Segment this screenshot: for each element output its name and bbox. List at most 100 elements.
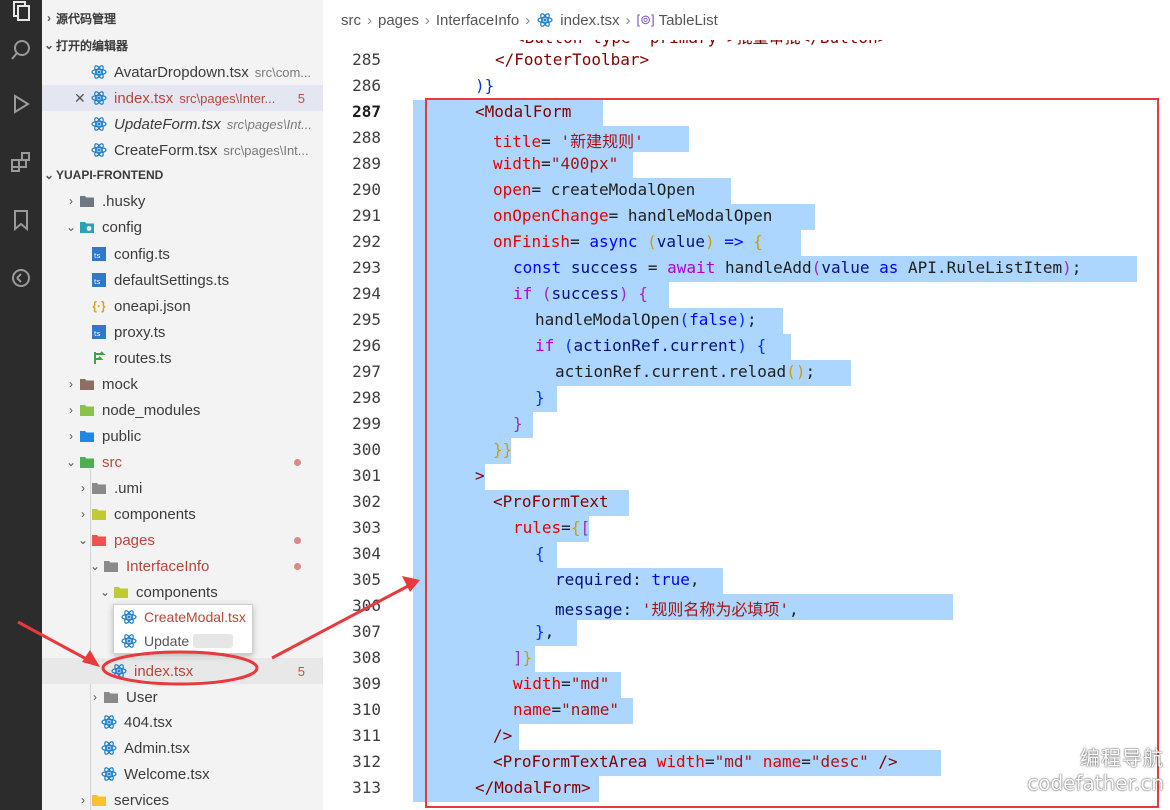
hover-card-item[interactable]: Update xyxy=(114,629,252,653)
line-number: 285 xyxy=(352,50,381,69)
line-number: 306 xyxy=(352,596,381,615)
tree-folder[interactable]: › .husky xyxy=(42,188,323,214)
folder-icon xyxy=(78,193,96,209)
open-file-item[interactable]: CreateForm.tsx src\pages\Int... xyxy=(42,137,323,163)
open-file-item[interactable]: UpdateForm.tsx src\pages\Int... xyxy=(42,111,323,137)
open-editors-section[interactable]: ⌄ 打开的编辑器 xyxy=(42,32,323,58)
react-icon xyxy=(120,633,138,649)
explorer-sidebar: › 源代码管理 ⌄ 打开的编辑器 AvatarDropdown.tsx src\… xyxy=(42,0,323,810)
tree-file[interactable]: routes.ts xyxy=(42,345,323,371)
breadcrumb-item[interactable]: TableList xyxy=(659,12,718,29)
typescript-icon: ts xyxy=(90,246,108,262)
react-icon xyxy=(120,609,138,625)
tree-folder[interactable]: › services xyxy=(42,787,323,810)
tree-file[interactable]: Admin.tsx xyxy=(42,735,323,761)
folder-name: node_modules xyxy=(102,401,201,419)
extensions-icon[interactable] xyxy=(0,142,42,182)
bookmark-icon[interactable] xyxy=(0,200,42,240)
explorer-icon[interactable] xyxy=(0,0,42,30)
chevron-right-icon: › xyxy=(93,690,97,704)
line-number: 311 xyxy=(352,726,381,745)
project-title: YUAPI-FRONTEND xyxy=(56,168,164,182)
line-number: 310 xyxy=(352,700,381,719)
tree-folder[interactable]: › .umi xyxy=(42,475,323,501)
line-number: 286 xyxy=(352,76,381,95)
tree-file[interactable]: 404.tsx xyxy=(42,709,323,735)
tree-folder[interactable]: ⌄ src xyxy=(42,449,323,475)
folder-icon xyxy=(78,428,96,444)
src-folder-icon xyxy=(78,454,96,470)
folder-name: pages xyxy=(114,531,155,549)
svg-text:ts: ts xyxy=(94,252,101,260)
folder-name: .husky xyxy=(102,192,146,210)
file-path: src\pages\Inter... xyxy=(179,90,276,106)
file-path: src\pages\Int... xyxy=(223,142,309,158)
problem-count-badge: 5 xyxy=(297,663,305,679)
folder-name: components xyxy=(114,505,196,523)
react-icon xyxy=(100,766,118,782)
file-name: CreateForm.tsx xyxy=(114,141,218,159)
open-file-item[interactable]: AvatarDropdown.tsx src\com... xyxy=(42,59,323,85)
close-icon[interactable]: ✕ xyxy=(74,90,90,107)
json-icon: {·} xyxy=(92,299,106,313)
line-number: 304 xyxy=(352,544,381,563)
breadcrumb-item[interactable]: pages xyxy=(378,12,419,29)
tree-folder[interactable]: › mock xyxy=(42,371,323,397)
modified-dot xyxy=(294,562,301,570)
tree-file[interactable]: ts proxy.ts xyxy=(42,319,323,345)
chevron-right-icon: › xyxy=(69,429,73,443)
modified-dot xyxy=(294,536,301,544)
folder-name: src xyxy=(102,453,122,471)
tree-file[interactable]: Welcome.tsx xyxy=(42,761,323,787)
line-number: 289 xyxy=(352,154,381,173)
tree-file[interactable]: ts defaultSettings.ts xyxy=(42,267,323,293)
file-name: proxy.ts xyxy=(114,323,166,341)
tree-folder[interactable]: › public xyxy=(42,423,323,449)
activity-bar xyxy=(0,0,42,810)
run-debug-icon[interactable] xyxy=(0,84,42,124)
chevron-right-icon: › xyxy=(69,194,73,208)
search-icon[interactable] xyxy=(0,30,42,70)
file-name: oneapi.json xyxy=(114,297,191,315)
line-number: 308 xyxy=(352,648,381,667)
tree-folder[interactable]: › node_modules xyxy=(42,397,323,423)
line-number: 292 xyxy=(352,232,381,251)
tree-folder[interactable]: ⌄ config xyxy=(42,214,323,240)
react-icon xyxy=(90,64,108,80)
line-number: 301 xyxy=(352,466,381,485)
line-number: 291 xyxy=(352,206,381,225)
tree-folder[interactable]: ⌄ InterfaceInfo xyxy=(42,553,323,579)
typescript-icon: ts xyxy=(90,272,108,288)
hover-card-item[interactable]: CreateModal.tsx xyxy=(114,605,252,629)
line-number: 302 xyxy=(352,492,381,511)
tree-folder[interactable]: ⌄ components xyxy=(42,579,323,605)
open-file-item-active[interactable]: ✕ index.tsx src\pages\Inter... 5 xyxy=(42,85,323,111)
tree-folder[interactable]: ⌄ pages xyxy=(42,527,323,553)
file-name: Admin.tsx xyxy=(124,739,190,757)
source-control-section[interactable]: › 源代码管理 xyxy=(42,5,323,31)
tree-file[interactable]: {·} oneapi.json xyxy=(42,293,323,319)
file-name: CreateModal.tsx xyxy=(144,609,246,625)
file-name: Update xyxy=(144,633,190,649)
folder-name: mock xyxy=(102,375,138,393)
remote-icon[interactable] xyxy=(0,258,42,298)
chevron-down-icon: ⌄ xyxy=(77,533,89,547)
tree-folder[interactable]: › User xyxy=(42,684,323,710)
react-icon xyxy=(536,12,554,28)
breadcrumb-item[interactable]: index.tsx xyxy=(560,12,619,29)
project-section[interactable]: ⌄ YUAPI-FRONTEND xyxy=(42,162,323,188)
file-name: AvatarDropdown.tsx xyxy=(114,63,249,81)
tree-file[interactable]: ts config.ts xyxy=(42,241,323,267)
tree-file-index-active[interactable]: index.tsx 5 xyxy=(42,658,323,684)
breadcrumb-item[interactable]: InterfaceInfo xyxy=(436,12,519,29)
chevron-right-icon: › xyxy=(81,507,85,521)
file-path: src\pages\Int... xyxy=(226,116,312,132)
folder-name: .umi xyxy=(114,479,143,497)
tree-folder[interactable]: › components xyxy=(42,501,323,527)
routes-icon xyxy=(90,350,108,366)
code-line: )} xyxy=(475,76,495,95)
breadcrumb-item[interactable]: src xyxy=(341,12,361,29)
breadcrumb: src › pages › InterfaceInfo › index.tsx … xyxy=(323,0,1170,40)
file-name: config.ts xyxy=(114,245,170,263)
folder-name: services xyxy=(114,791,170,809)
